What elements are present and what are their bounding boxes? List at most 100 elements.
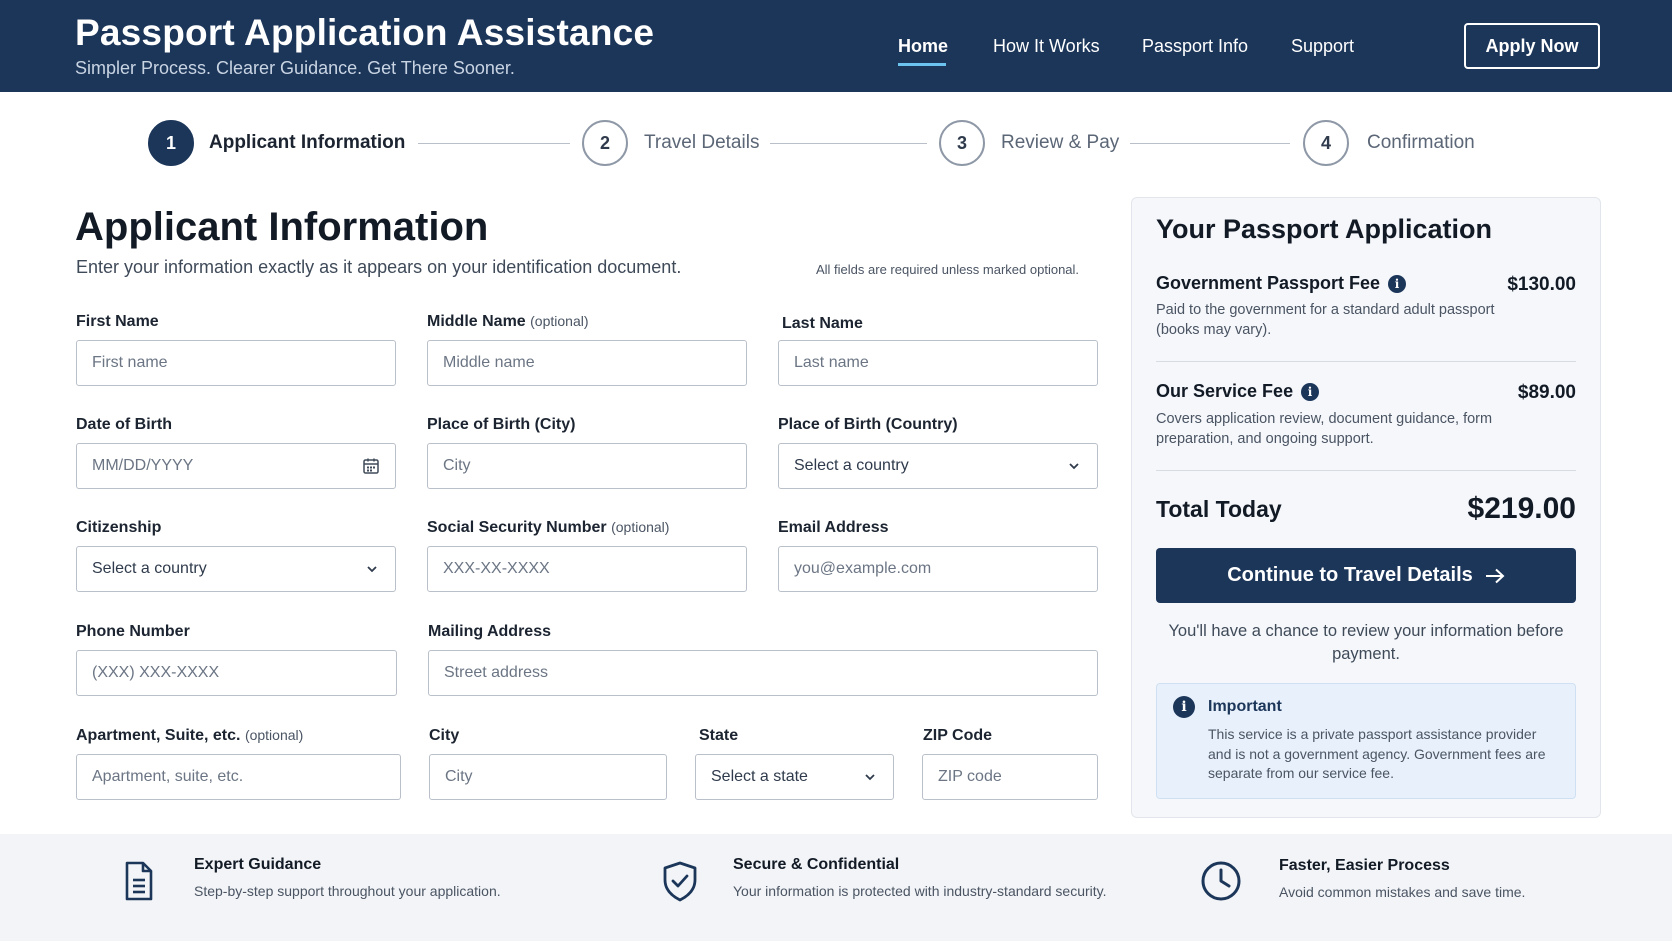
phone-input[interactable]: (XXX) XXX-XXXX	[76, 650, 397, 696]
gov-fee-amount: $130.00	[1507, 274, 1576, 295]
citizenship-select[interactable]: Select a country	[76, 546, 396, 592]
citizenship-label: Citizenship	[76, 519, 162, 536]
middle-name-placeholder: Middle name	[443, 354, 535, 371]
apartment-label: Apartment, Suite, etc. (optional)	[76, 727, 303, 745]
mailing-address-input[interactable]: Street address	[428, 650, 1098, 696]
middle-name-label: Middle Name (optional)	[427, 313, 589, 331]
last-name-placeholder: Last name	[794, 354, 869, 371]
step-4-label: Confirmation	[1367, 132, 1475, 153]
site-tagline: Simpler Process. Clearer Guidance. Get T…	[75, 58, 515, 78]
apartment-placeholder: Apartment, suite, etc.	[92, 768, 244, 785]
birth-city-input[interactable]: City	[427, 443, 747, 489]
info-icon: i	[1173, 696, 1195, 718]
apartment-input[interactable]: Apartment, suite, etc.	[76, 754, 401, 800]
gov-fee-label: Government Passport Fee i	[1156, 273, 1407, 294]
step-connector	[770, 143, 927, 144]
first-name-input[interactable]: First name	[76, 340, 396, 386]
step-4-indicator: 4	[1303, 120, 1349, 166]
apply-now-button[interactable]: Apply Now	[1464, 23, 1600, 69]
first-name-placeholder: First name	[92, 354, 168, 371]
last-name-label: Last Name	[782, 315, 863, 332]
zip-placeholder: ZIP code	[938, 768, 1002, 785]
clock-icon	[1201, 861, 1241, 901]
required-fields-note: All fields are required unless marked op…	[816, 262, 1080, 277]
feature-title: Faster, Easier Process	[1279, 857, 1450, 874]
nav-support[interactable]: Support	[1291, 36, 1354, 57]
gov-fee-description: Paid to the government for a standard ad…	[1156, 302, 1495, 338]
citizenship-value: Select a country	[92, 560, 207, 577]
birth-country-label: Place of Birth (Country)	[778, 416, 958, 433]
feature-text: Your information is protected with indus…	[733, 883, 1107, 899]
birth-country-select[interactable]: Select a country	[778, 443, 1098, 489]
continue-button-label: Continue to Travel Details	[1227, 564, 1473, 586]
phone-label: Phone Number	[76, 623, 190, 640]
mailing-address-placeholder: Street address	[444, 664, 549, 681]
service-fee-label: Our Service Fee i	[1156, 381, 1320, 402]
important-title: Important	[1208, 698, 1282, 715]
optional-tag: (optional)	[611, 519, 670, 535]
ssn-placeholder: XXX-XX-XXXX	[443, 560, 550, 577]
document-icon	[125, 861, 153, 901]
calendar-icon[interactable]	[362, 457, 380, 475]
mailing-address-label: Mailing Address	[428, 623, 551, 640]
apartment-label-text: Apartment, Suite, etc.	[76, 727, 241, 744]
form-title: Applicant Information	[75, 205, 489, 249]
total-label: Total Today	[1156, 496, 1282, 522]
review-note: You'll have a chance to review your info…	[1168, 622, 1564, 663]
chevron-down-icon	[367, 566, 377, 573]
birth-city-placeholder: City	[443, 457, 471, 474]
divider	[1156, 361, 1576, 362]
optional-tag: (optional)	[244, 727, 304, 743]
zip-label: ZIP Code	[923, 727, 993, 744]
site-title: Passport Application Assistance	[75, 12, 655, 53]
state-value: Select a state	[711, 768, 808, 785]
phone-placeholder: (XXX) XXX-XXXX	[92, 664, 220, 681]
service-fee-label-text: Our Service Fee	[1156, 381, 1294, 401]
email-placeholder: you@example.com	[794, 560, 932, 577]
nav-home[interactable]: Home	[898, 36, 948, 57]
dob-label: Date of Birth	[76, 416, 172, 433]
step-connector	[1130, 143, 1290, 144]
feature-title: Expert Guidance	[194, 856, 322, 873]
dob-input[interactable]: MM/DD/YYYY	[76, 443, 396, 489]
service-fee-description: Covers application review, document guid…	[1156, 411, 1493, 447]
chevron-down-icon	[1069, 463, 1079, 470]
chevron-down-icon	[865, 774, 875, 781]
divider	[1156, 470, 1576, 471]
state-select[interactable]: Select a state	[695, 754, 894, 800]
feature-text: Avoid common mistakes and save time.	[1279, 884, 1526, 900]
nav-passport-info[interactable]: Passport Info	[1142, 36, 1248, 57]
city-label: City	[429, 727, 460, 744]
arrow-right-icon	[1485, 568, 1505, 583]
continue-to-travel-details-button[interactable]: Continue to Travel Details	[1156, 548, 1576, 603]
nav-how-it-works[interactable]: How It Works	[993, 36, 1100, 57]
form-subtitle: Enter your information exactly as it app…	[76, 257, 682, 277]
step-3-label: Review & Pay	[1001, 132, 1120, 153]
site-header: Passport Application Assistance Simpler …	[0, 0, 1672, 92]
last-name-input[interactable]: Last name	[778, 340, 1098, 386]
step-1-indicator: 1	[148, 120, 194, 166]
info-icon[interactable]: i	[1301, 382, 1320, 401]
info-icon[interactable]: i	[1388, 274, 1407, 293]
nav-active-indicator	[898, 63, 946, 66]
service-fee-amount: $89.00	[1517, 382, 1576, 403]
city-input[interactable]: City	[429, 754, 667, 800]
feature-title: Secure & Confidential	[733, 856, 900, 873]
optional-tag: (optional)	[530, 313, 589, 329]
dob-placeholder: MM/DD/YYYY	[92, 457, 194, 474]
summary-title: Your Passport Application	[1156, 214, 1493, 244]
ssn-input[interactable]: XXX-XX-XXXX	[427, 546, 747, 592]
state-label: State	[699, 727, 739, 744]
ssn-label-text: Social Security Number	[427, 519, 607, 536]
email-label: Email Address	[778, 519, 889, 536]
first-name-label: First Name	[76, 313, 159, 330]
middle-name-input[interactable]: Middle name	[427, 340, 747, 386]
step-2-indicator: 2	[582, 120, 628, 166]
email-input[interactable]: you@example.com	[778, 546, 1098, 592]
step-1-label: Applicant Information	[209, 132, 406, 153]
zip-input[interactable]: ZIP code	[922, 754, 1098, 800]
city-placeholder: City	[445, 768, 473, 785]
middle-name-label-text: Middle Name	[427, 313, 526, 330]
feature-text: Step-by-step support throughout your app…	[194, 883, 501, 899]
gov-fee-label-text: Government Passport Fee	[1156, 273, 1381, 293]
